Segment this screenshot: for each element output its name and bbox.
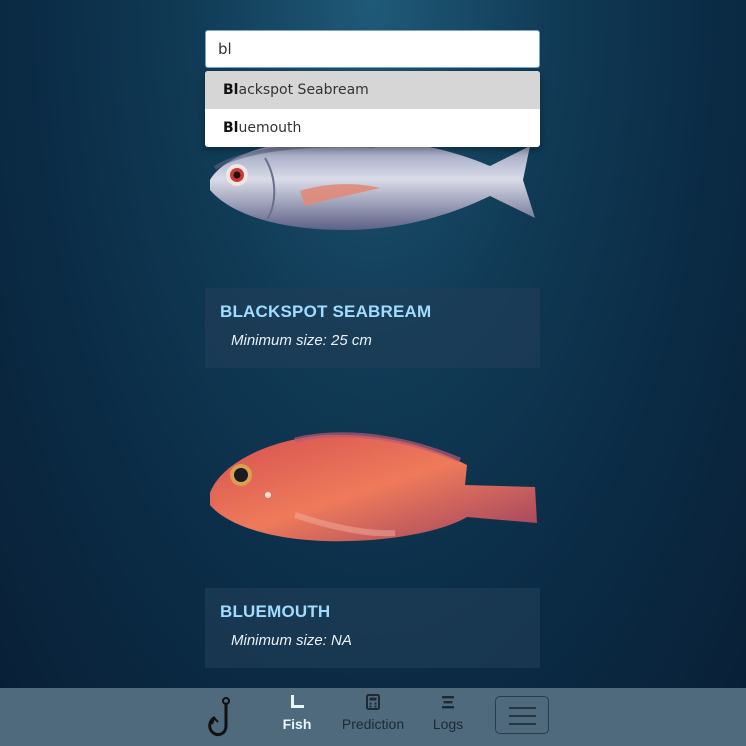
nav-label: Fish — [282, 716, 312, 732]
fish-card[interactable]: BLUEMOUTH Minimum size: NA — [205, 588, 540, 668]
suggestion-bluemouth[interactable]: Bluemouth — [205, 109, 540, 147]
hamburger-icon — [509, 707, 536, 709]
ruler-icon — [282, 694, 312, 712]
nav-item-fish[interactable]: Fish — [282, 694, 312, 732]
bluemouth-image — [210, 432, 537, 542]
autocomplete-dropdown: Blackspot Seabream Bluemouth — [205, 71, 540, 147]
nav-item-prediction[interactable]: Prediction — [340, 694, 406, 732]
menu-toggle-button[interactable] — [495, 696, 549, 734]
fish-min-size: Minimum size: 25 cm — [231, 332, 372, 349]
fishing-hook-logo-icon[interactable] — [205, 696, 239, 740]
list-icon — [431, 694, 465, 712]
search-container: Blackspot Seabream Bluemouth — [205, 30, 540, 147]
suggestion-match: Bl — [223, 120, 239, 136]
suggestion-match: Bl — [223, 82, 239, 98]
nav-item-logs[interactable]: Logs — [431, 694, 465, 732]
suggestion-rest: uemouth — [238, 120, 302, 136]
hamburger-icon — [509, 723, 536, 725]
bottom-navbar: Fish Prediction Logs — [0, 688, 746, 746]
fish-card[interactable]: BLACKSPOT SEABREAM Minimum size: 25 cm — [205, 288, 540, 368]
fish-min-size: Minimum size: NA — [231, 632, 352, 649]
nav-label: Logs — [432, 716, 464, 732]
suggestion-blackspot-seabream[interactable]: Blackspot Seabream — [205, 71, 540, 109]
nav-label: Prediction — [341, 716, 405, 732]
search-input[interactable] — [205, 30, 540, 68]
fish-name: BLUEMOUTH — [220, 602, 331, 621]
hamburger-icon — [509, 715, 536, 717]
fish-name: BLACKSPOT SEABREAM — [220, 302, 432, 321]
suggestion-rest: ackspot Seabream — [238, 82, 369, 98]
calculator-icon — [340, 694, 406, 712]
